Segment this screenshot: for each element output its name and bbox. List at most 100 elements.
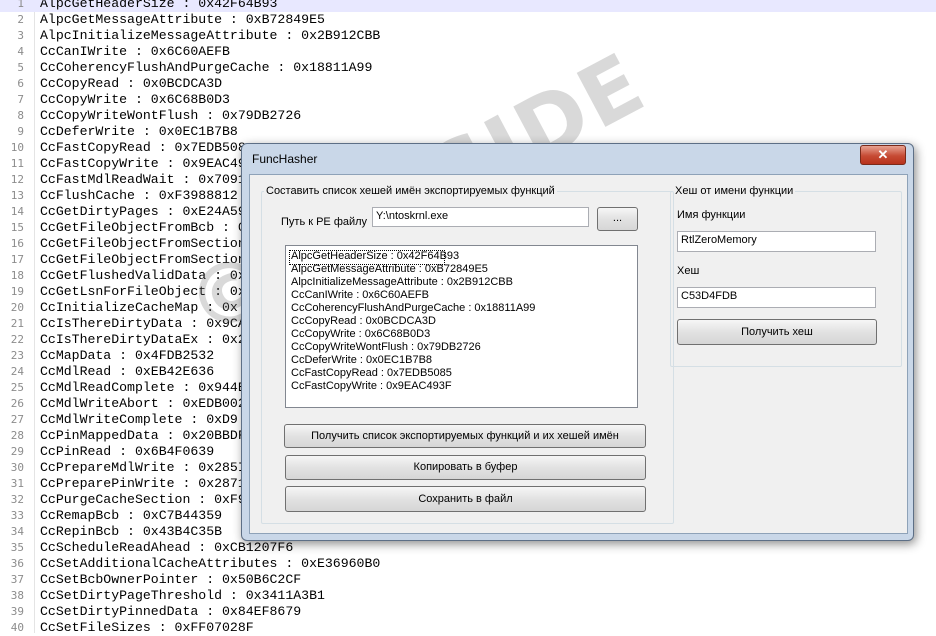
line-text: CcMdlReadComplete : 0x944B	[40, 380, 246, 395]
line-number: 33	[10, 509, 24, 522]
title-bar[interactable]: FuncHasher ✕	[242, 144, 913, 174]
line-number: 35	[10, 541, 24, 554]
browse-button[interactable]: ...	[597, 207, 638, 231]
editor-line[interactable]: 36 CcSetAdditionalCacheAttributes : 0xE36…	[0, 556, 936, 572]
line-number: 2	[17, 13, 24, 26]
line-number: 4	[17, 45, 24, 58]
line-text: CcPrepareMdlWrite : 0x285I	[40, 460, 246, 475]
line-text: CcGetFileObjectFromBcb : 0	[40, 220, 246, 235]
line-number: 24	[10, 365, 24, 378]
line-number: 40	[10, 621, 24, 634]
line-text: CcCopyWrite : 0x6C68B0D3	[40, 92, 230, 107]
editor-line[interactable]: 1 AlpcGetHeaderSize : 0x42F64B93	[0, 0, 936, 12]
list-item[interactable]: CcFastCopyWrite : 0x9EAC493F	[291, 380, 452, 393]
get-hash-button[interactable]: Получить хеш	[677, 319, 877, 345]
line-number: 13	[10, 189, 24, 202]
editor-line[interactable]: 5 CcCoherencyFlushAndPurgeCache : 0x18811…	[0, 60, 936, 76]
line-text: CcPinRead : 0x6B4F0639	[40, 444, 215, 459]
line-text: CcPurgeCacheSection : 0xF9	[40, 492, 246, 507]
list-item[interactable]: CcDeferWrite : 0x0EC1B7B8	[291, 354, 432, 367]
pe-path-label: Путь к PE файлу	[281, 216, 368, 228]
line-text: CcInitializeCacheMap : 0x	[40, 300, 238, 315]
line-text: CcMapData : 0x4FDB2532	[40, 348, 215, 363]
line-number: 8	[17, 109, 24, 122]
list-item[interactable]: CcCanIWrite : 0x6C60AEFB	[291, 289, 429, 302]
line-number: 17	[10, 253, 24, 266]
editor-line[interactable]: 37 CcSetBcbOwnerPointer : 0x50B6C2CF	[0, 572, 936, 588]
line-text: CcCopyWriteWontFlush : 0x79DB2726	[40, 108, 302, 123]
list-item[interactable]: CcFastCopyRead : 0x7EDB5085	[291, 367, 452, 380]
list-item[interactable]: CcCopyRead : 0x0BCDCA3D	[291, 315, 436, 328]
function-name-input[interactable]: RtlZeroMemory	[677, 231, 876, 252]
pe-path-input[interactable]: Y:\ntoskrnl.exe	[372, 207, 589, 227]
line-text: CcSetDirtyPageThreshold : 0x3411A3B1	[40, 588, 325, 603]
line-number: 9	[17, 125, 24, 138]
line-text: CcSetAdditionalCacheAttributes : 0xE3696…	[40, 556, 381, 571]
line-number: 7	[17, 93, 24, 106]
list-item[interactable]: CcCopyWriteWontFlush : 0x79DB2726	[291, 341, 481, 354]
function-hash-group-legend: Хеш от имени функции	[675, 185, 794, 197]
line-text: CcPinMappedData : 0x20BBDF	[40, 428, 246, 443]
editor-line[interactable]: 6 CcCopyRead : 0x0BCDCA3D	[0, 76, 936, 92]
line-text: CcFlushCache : 0xF3988812	[40, 188, 238, 203]
line-text: CcCoherencyFlushAndPurgeCache : 0x18811A…	[40, 60, 373, 75]
editor-line[interactable]: 2 AlpcGetMessageAttribute : 0xB72849E5	[0, 12, 936, 28]
line-text: AlpcInitializeMessageAttribute : 0x2B912…	[40, 28, 381, 43]
line-text: CcGetFlushedValidData : 0x	[40, 268, 246, 283]
line-text: CcPreparePinWrite : 0x2871	[40, 476, 246, 491]
line-text: CcRemapBcb : 0xC7B44359	[40, 508, 223, 523]
close-button[interactable]: ✕	[860, 145, 906, 165]
list-item[interactable]: CcCopyWrite : 0x6C68B0D3	[291, 328, 430, 341]
line-number: 11	[10, 157, 24, 170]
get-export-list-button[interactable]: Получить список экспортируемых функций и…	[284, 424, 646, 448]
list-item[interactable]: CcCoherencyFlushAndPurgeCache : 0x18811A…	[291, 302, 535, 315]
close-icon: ✕	[877, 147, 889, 162]
editor-line[interactable]: 4 CcCanIWrite : 0x6C60AEFB	[0, 44, 936, 60]
line-number: 16	[10, 237, 24, 250]
editor-line[interactable]: 35 CcScheduleReadAhead : 0xCB1207F6	[0, 540, 936, 556]
line-number: 23	[10, 349, 24, 362]
save-to-file-button[interactable]: Сохранить в файл	[285, 486, 646, 512]
hash-label: Хеш	[677, 265, 700, 277]
editor-line[interactable]: 3 AlpcInitializeMessageAttribute : 0x2B91…	[0, 28, 936, 44]
line-number: 38	[10, 589, 24, 602]
window-title: FuncHasher	[252, 152, 318, 166]
list-item[interactable]: AlpcGetHeaderSize : 0x42F64B93	[291, 250, 459, 263]
line-number: 31	[10, 477, 24, 490]
editor-line[interactable]: 38 CcSetDirtyPageThreshold : 0x3411A3B1	[0, 588, 936, 604]
line-number: 18	[10, 269, 24, 282]
line-text: CcSetDirtyPinnedData : 0x84EF8679	[40, 604, 302, 619]
line-number: 37	[10, 573, 24, 586]
line-number: 5	[17, 61, 24, 74]
line-text: CcFastCopyWrite : 0x9EAC49	[40, 156, 246, 171]
line-text: CcCopyRead : 0x0BCDCA3D	[40, 76, 223, 91]
line-number: 27	[10, 413, 24, 426]
line-text: CcGetLsnForFileObject : 0x	[40, 284, 246, 299]
line-number: 29	[10, 445, 24, 458]
window-client-area: Составить список хешей имён экспортируем…	[249, 174, 908, 534]
editor-line[interactable]: 9 CcDeferWrite : 0x0EC1B7B8	[0, 124, 936, 140]
editor-line[interactable]: 40 CcSetFileSizes : 0xFF07028F	[0, 620, 936, 636]
line-text: CcDeferWrite : 0x0EC1B7B8	[40, 124, 238, 139]
line-number: 1	[17, 0, 24, 10]
editor-line[interactable]: 8 CcCopyWriteWontFlush : 0x79DB2726	[0, 108, 936, 124]
export-hash-group-legend: Составить список хешей имён экспортируем…	[266, 185, 555, 197]
function-name-label: Имя функции	[677, 209, 746, 221]
line-text: AlpcGetHeaderSize : 0x42F64B93	[40, 0, 278, 11]
editor-line[interactable]: 39 CcSetDirtyPinnedData : 0x84EF8679	[0, 604, 936, 620]
hash-list[interactable]: AlpcGetHeaderSize : 0x42F64B93 AlpcGetMes…	[285, 245, 638, 408]
line-number: 30	[10, 461, 24, 474]
line-text: AlpcGetMessageAttribute : 0xB72849E5	[40, 12, 325, 27]
line-number: 32	[10, 493, 24, 506]
list-item[interactable]: AlpcGetMessageAttribute : 0xB72849E5	[291, 263, 488, 276]
list-item[interactable]: AlpcInitializeMessageAttribute : 0x2B912…	[291, 276, 513, 289]
line-text: CcSetFileSizes : 0xFF07028F	[40, 620, 254, 635]
editor-line[interactable]: 7 CcCopyWrite : 0x6C68B0D3	[0, 92, 936, 108]
copy-to-clipboard-button[interactable]: Копировать в буфер	[285, 455, 646, 480]
line-number: 19	[10, 285, 24, 298]
line-number: 20	[10, 301, 24, 314]
line-text: CcGetDirtyPages : 0xE24A59	[40, 204, 246, 219]
hash-output[interactable]: C53D4FDB	[677, 287, 876, 308]
line-number: 21	[10, 317, 24, 330]
line-text: CcMdlWriteComplete : 0xD9	[40, 412, 238, 427]
